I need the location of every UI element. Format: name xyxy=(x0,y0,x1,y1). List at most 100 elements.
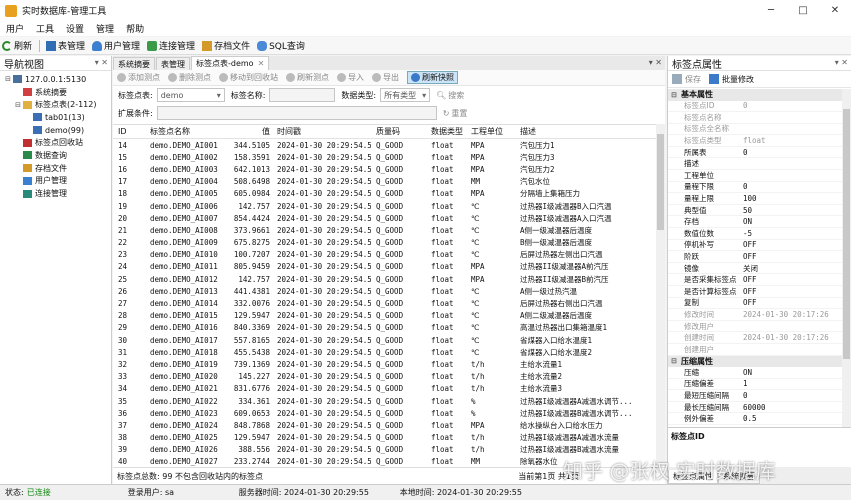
table-row[interactable]: 18 demo.DEMO_AI005 605.0984 2024-01-30 20:2… xyxy=(113,188,665,200)
subtoolbar-button[interactable]: 添加测点 xyxy=(117,72,160,83)
expand-icon[interactable]: ⊟ xyxy=(4,75,12,83)
type-select[interactable]: 所有类型 xyxy=(380,88,431,102)
tab-table-manage[interactable]: 表管理 xyxy=(156,57,190,70)
table-row[interactable]: 36 demo.DEMO_AI023 609.0653 2024-01-30 20:2… xyxy=(113,407,665,419)
subtoolbar-button[interactable]: 刷新测点 xyxy=(286,72,329,83)
property-row[interactable]: 修改时间 2024-01-30 20:17:26 xyxy=(668,309,842,321)
property-row[interactable]: 量程上限 100 xyxy=(668,193,842,205)
table-row[interactable]: 19 demo.DEMO_AI006 142.757 2024-01-30 20:29… xyxy=(113,200,665,212)
menu-tools[interactable]: 工具 xyxy=(30,22,60,35)
property-group[interactable]: ⊟ 压缩属性 xyxy=(668,355,842,368)
tree-item[interactable]: tab01(13) xyxy=(0,111,111,124)
property-row[interactable]: 修改用户 xyxy=(668,321,842,333)
property-row[interactable]: 是否计算标签点 OFF xyxy=(668,286,842,298)
property-row[interactable]: 标签点类型 float xyxy=(668,135,842,147)
table-row[interactable]: 15 demo.DEMO_AI002 158.3591 2024-01-30 20:2… xyxy=(113,151,665,163)
menu-manage[interactable]: 管理 xyxy=(90,22,120,35)
property-value[interactable]: 50 xyxy=(738,206,752,215)
property-row[interactable]: 停机补写 OFF xyxy=(668,240,842,252)
batch-modify-button[interactable]: 批量修改 xyxy=(709,74,754,85)
property-row[interactable]: 存档 ON xyxy=(668,216,842,229)
menu-user[interactable]: 用户 xyxy=(0,22,30,35)
column-header-timestamp[interactable]: 时间戳 xyxy=(272,126,371,137)
table-row[interactable]: 38 demo.DEMO_AI025 129.5947 2024-01-30 20:2… xyxy=(113,432,665,444)
property-scroll-thumb[interactable] xyxy=(843,109,850,359)
maximize-icon[interactable]: □ xyxy=(787,0,819,21)
property-row[interactable]: 最长压缩间隔 60000 xyxy=(668,402,842,414)
column-header-id[interactable]: ID xyxy=(113,127,145,136)
tabs-overflow-icon[interactable]: ▾ ✕ xyxy=(649,58,662,67)
grid-scrollbar[interactable] xyxy=(656,124,665,466)
archive-file-button[interactable]: 存档文件 xyxy=(202,39,250,52)
table-row[interactable]: 37 demo.DEMO_AI024 848.7868 2024-01-30 20:2… xyxy=(113,419,665,431)
table-row[interactable]: 30 demo.DEMO_AI017 557.8165 2024-01-30 20:2… xyxy=(113,334,665,346)
table-row[interactable]: 25 demo.DEMO_AI012 142.757 2024-01-30 20:29… xyxy=(113,273,665,285)
tree-item[interactable]: ⊟ 标签点表(2-112) xyxy=(0,98,111,111)
pin-icon[interactable]: ▾ ✕ xyxy=(95,58,108,67)
table-row[interactable]: 29 demo.DEMO_AI016 840.3369 2024-01-30 20:2… xyxy=(113,322,665,334)
subtoolbar-button[interactable]: 刷新快照 xyxy=(407,71,458,84)
property-row[interactable]: 数值位数 -5 xyxy=(668,228,842,240)
property-value[interactable]: 60000 xyxy=(738,403,766,412)
close-icon[interactable]: ✕ xyxy=(819,0,851,21)
subtoolbar-button[interactable]: 删除测点 xyxy=(168,72,211,83)
column-header-quality[interactable]: 质量码 xyxy=(371,126,426,137)
subtoolbar-button[interactable]: 移动到回收站 xyxy=(219,72,278,83)
property-group[interactable]: ⊟ 基本属性 xyxy=(668,89,842,101)
column-header-unit[interactable]: 工程单位 xyxy=(466,126,515,137)
menu-help[interactable]: 帮助 xyxy=(120,22,150,35)
table-row[interactable]: 33 demo.DEMO_AI020 145.227 2024-01-30 20:29… xyxy=(113,371,665,383)
table-row[interactable]: 23 demo.DEMO_AI010 100.7207 2024-01-30 20:2… xyxy=(113,249,665,261)
property-row[interactable]: 阶跃 OFF xyxy=(668,251,842,263)
collapse-icon[interactable]: ⊟ xyxy=(670,91,678,99)
property-value[interactable]: OFF xyxy=(738,287,757,296)
property-value[interactable]: OFF xyxy=(738,252,757,261)
property-row[interactable]: 描述 xyxy=(668,158,842,171)
menu-settings[interactable]: 设置 xyxy=(60,22,90,35)
table-row[interactable]: 21 demo.DEMO_AI008 373.9661 2024-01-30 20:2… xyxy=(113,224,665,236)
table-row[interactable]: 28 demo.DEMO_AI015 129.5947 2024-01-30 20:2… xyxy=(113,310,665,322)
grid-scroll-thumb[interactable] xyxy=(657,134,664,230)
property-row[interactable]: 是否采集标签点 OFF xyxy=(668,274,842,286)
property-scrollbar[interactable] xyxy=(842,89,851,445)
property-row[interactable]: 量程下限 0 xyxy=(668,182,842,194)
ext-filter-input[interactable] xyxy=(156,106,437,120)
tree-item[interactable]: ⊟ 127.0.0.1:5130 xyxy=(0,73,111,86)
tree-item[interactable]: 数据查询 xyxy=(0,149,111,162)
subtoolbar-button[interactable]: 导入 xyxy=(337,72,364,83)
table-row[interactable]: 27 demo.DEMO_AI014 332.0076 2024-01-30 20:2… xyxy=(113,297,665,309)
table-row[interactable]: 35 demo.DEMO_AI022 334.361 2024-01-30 20:29… xyxy=(113,395,665,407)
property-value[interactable]: 1 xyxy=(738,379,748,388)
refresh-button[interactable]: 刷新 xyxy=(2,39,32,52)
connection-manage-button[interactable]: 连接管理 xyxy=(147,39,195,52)
property-value[interactable]: OFF xyxy=(738,298,757,307)
property-row[interactable]: 最短压缩间隔 0 xyxy=(668,390,842,402)
property-row[interactable]: 创建时间 2024-01-30 20:17:26 xyxy=(668,332,842,344)
column-header-value[interactable]: 值 xyxy=(222,126,272,137)
table-row[interactable]: 16 demo.DEMO_AI003 642.1013 2024-01-30 20:2… xyxy=(113,163,665,175)
table-row[interactable]: 34 demo.DEMO_AI021 831.6776 2024-01-30 20:2… xyxy=(113,383,665,395)
property-value[interactable]: 0 xyxy=(738,148,748,157)
property-row[interactable]: 标签点ID 0 xyxy=(668,101,842,113)
table-row[interactable]: 24 demo.DEMO_AI011 805.9459 2024-01-30 20:2… xyxy=(113,261,665,273)
table-manage-button[interactable]: 表管理 xyxy=(46,39,85,52)
save-button[interactable]: 保存 xyxy=(672,74,701,85)
property-row[interactable]: 创建用户 xyxy=(668,344,842,356)
expand-icon[interactable]: ⊟ xyxy=(14,101,22,109)
property-value[interactable]: OFF xyxy=(738,240,757,249)
property-value[interactable]: ON xyxy=(738,368,752,377)
property-value[interactable]: -5 xyxy=(738,229,752,238)
collapse-icon[interactable]: ⊟ xyxy=(670,357,678,365)
close-icon[interactable]: ✕ xyxy=(258,59,265,68)
column-header-description[interactable]: 描述 xyxy=(515,126,655,137)
table-row[interactable]: 22 demo.DEMO_AI009 675.8275 2024-01-30 20:2… xyxy=(113,237,665,249)
search-button[interactable]: 🔍︎ 搜索 xyxy=(436,90,464,101)
sql-query-button[interactable]: SQL查询 xyxy=(257,39,305,52)
table-row[interactable]: 26 demo.DEMO_AI013 441.4381 2024-01-30 20:2… xyxy=(113,285,665,297)
user-manage-button[interactable]: 用户管理 xyxy=(92,39,140,52)
minimize-icon[interactable]: ─ xyxy=(755,0,787,21)
subtoolbar-button[interactable]: 导出 xyxy=(372,72,399,83)
table-row[interactable]: 20 demo.DEMO_AI007 854.4424 2024-01-30 20:2… xyxy=(113,212,665,224)
reset-button[interactable]: ↻ 重置 xyxy=(443,108,468,119)
property-row[interactable]: 复制 OFF xyxy=(668,298,842,310)
